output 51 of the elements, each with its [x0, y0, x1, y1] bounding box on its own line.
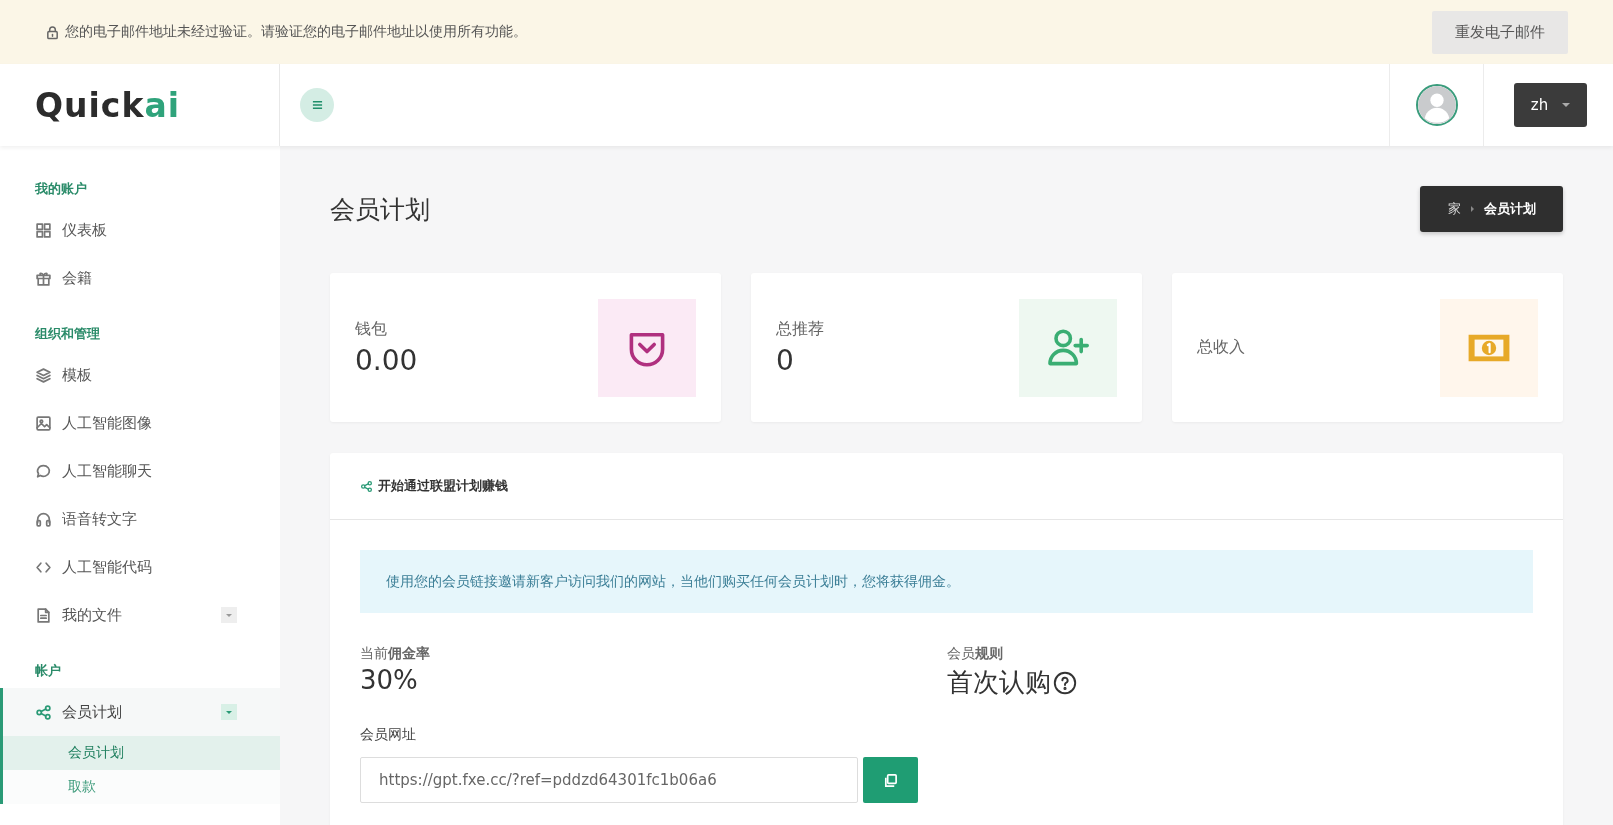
- field-label: 会员规则: [946, 645, 1004, 663]
- sidebar-item[interactable]: 人工智能聊天: [0, 447, 280, 495]
- nav-icon: [35, 510, 52, 528]
- sidebar-item[interactable]: 仪表板: [0, 206, 280, 254]
- sidebar-subitem[interactable]: 会员计划: [0, 736, 280, 770]
- resend-email-button[interactable]: 重发电子邮件: [1432, 10, 1568, 54]
- nav-icon: [35, 414, 52, 432]
- nav-icon: [35, 462, 52, 480]
- sidebar-item[interactable]: 我的文件: [0, 591, 280, 639]
- sidebar-item[interactable]: 会籍: [0, 254, 280, 302]
- language-dropdown[interactable]: zh: [1514, 83, 1587, 127]
- sidebar-item[interactable]: 会员计划: [0, 688, 280, 736]
- notice-text: 您的电子邮件地址未经过验证。请验证您的电子邮件地址以使用所有功能。: [65, 23, 527, 41]
- sidebar-subitem[interactable]: 取款: [0, 770, 280, 804]
- sidebar-item[interactable]: 人工智能代码: [0, 543, 280, 591]
- section-heading: 帐户: [34, 662, 62, 680]
- card-title: 开始通过联盟计划赚钱: [378, 477, 508, 495]
- sidebar-item[interactable]: 语音转文字: [0, 495, 280, 543]
- stat-label: 总推荐: [776, 318, 824, 340]
- nav-icon: [35, 703, 52, 721]
- stat-value: 0.00: [355, 343, 418, 377]
- sidebar-item[interactable]: 模板: [0, 351, 280, 399]
- commission-rate: 30%: [360, 665, 419, 695]
- url-field[interactable]: https://gpt.fxe.cc/?ref=pddzd64301fc1b06a6: [360, 757, 858, 803]
- copy-icon: [883, 772, 898, 788]
- nav-icon: [35, 366, 52, 384]
- menu-button[interactable]: [300, 88, 334, 122]
- logo[interactable]: Quickai: [35, 85, 180, 125]
- chevron-icon: [1470, 206, 1474, 212]
- avatar[interactable]: [1415, 84, 1458, 126]
- share-icon: [360, 479, 373, 493]
- stat-value: 0: [776, 343, 795, 377]
- breadcrumb-current: 会员计划: [1483, 200, 1536, 218]
- copy-button[interactable]: [863, 757, 918, 803]
- breadcrumb-link[interactable]: 家: [1447, 200, 1461, 218]
- stat-label: 总收入: [1197, 337, 1245, 358]
- lock-icon: [45, 24, 60, 40]
- nav-icon: [35, 221, 52, 239]
- field-label: 当前佣金率: [360, 645, 431, 663]
- nav-icon: [35, 269, 52, 287]
- help-icon: [1052, 670, 1077, 695]
- info-message: 使用您的会员链接邀请新客户访问我们的网站，当他们购买任何会员计划时，您将获得佣金。: [360, 550, 1533, 613]
- field-label: 会员网址: [360, 726, 417, 744]
- menu-icon: [311, 100, 323, 110]
- rule-value: 首次认购: [946, 666, 1051, 699]
- stat-label: 钱包: [355, 318, 388, 340]
- nav-icon: [35, 606, 52, 624]
- section-heading: 组织和管理: [34, 325, 101, 343]
- sidebar-item[interactable]: 人工智能图像: [0, 399, 280, 447]
- section-heading: 我的账户: [34, 180, 88, 198]
- page-title: 会员计划: [330, 193, 430, 226]
